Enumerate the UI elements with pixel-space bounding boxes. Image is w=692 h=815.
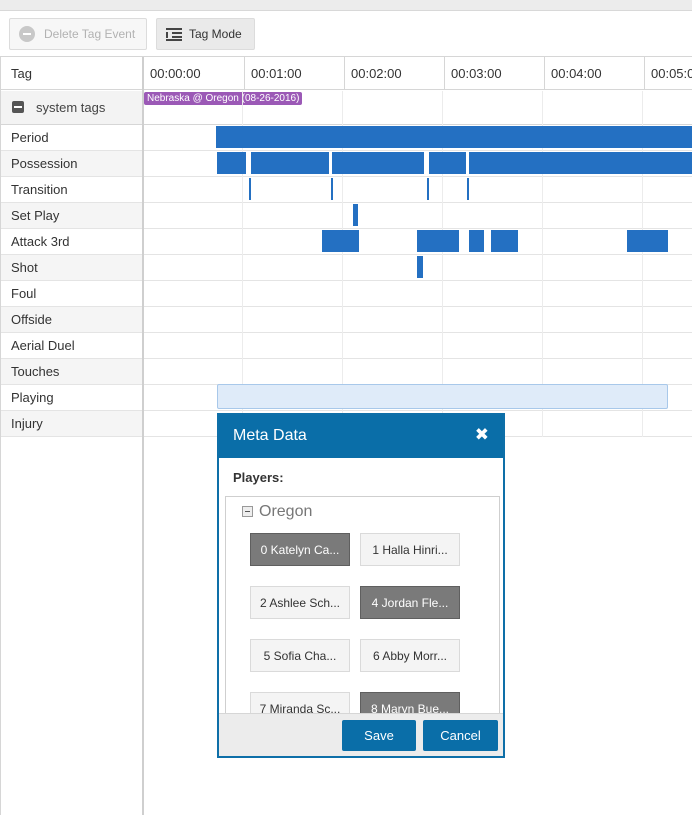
collapse-system-tags-icon[interactable] (12, 101, 24, 113)
tag-mode-label: Tag Mode (189, 27, 242, 41)
team-name: Oregon (259, 503, 313, 520)
time-tick (344, 57, 345, 90)
transition-event-bar[interactable] (427, 178, 429, 200)
system-tags-label: system tags (36, 100, 106, 115)
row-label: Foul (11, 286, 37, 301)
time-label: 00:04:00 (551, 66, 602, 81)
attack-3rd-event-bar[interactable] (322, 230, 359, 252)
system-tags-row: system tags Nebraska @ Oregon (08-26-201… (1, 91, 692, 125)
tag-mode-button[interactable]: Tag Mode (156, 18, 255, 50)
dialog-title: Meta Data (233, 427, 307, 444)
row-label: Injury (11, 416, 43, 431)
dialog-header: Meta Data ✖ (219, 415, 503, 458)
tag-row-aerial-duel: Aerial Duel (1, 333, 692, 359)
tag-column-header: Tag (11, 66, 32, 81)
time-label: 00:00:00 (150, 66, 201, 81)
player-button[interactable]: 4 Jordan Fle... (360, 586, 460, 619)
dialog-footer: Save Cancel (219, 713, 503, 756)
possession-event-bar[interactable] (469, 152, 692, 174)
timeline-header: Tag 00:00:00 00:01:00 00:02:00 00:03:00 … (1, 57, 692, 90)
tag-row-shot: Shot (1, 255, 692, 281)
tag-row-transition: Transition (1, 177, 692, 203)
time-label: 00:02:00 (351, 66, 402, 81)
player-button[interactable]: 8 Maryn Bue... (360, 692, 460, 713)
row-label: Attack 3rd (11, 234, 70, 249)
attack-3rd-event-bar[interactable] (491, 230, 518, 252)
time-label: 00:03:00 (451, 66, 502, 81)
transition-event-bar[interactable] (331, 178, 333, 200)
time-tick (244, 57, 245, 90)
attack-3rd-event-bar[interactable] (469, 230, 484, 252)
possession-event-bar[interactable] (332, 152, 424, 174)
meta-data-dialog: Meta Data ✖ Players: Oregon 0 Katelyn Ca… (217, 413, 505, 758)
row-label: Touches (11, 364, 60, 379)
team-players-panel[interactable]: Oregon 0 Katelyn Ca... 1 Halla Hinri... … (225, 496, 500, 714)
set-play-event-bar[interactable] (353, 204, 358, 226)
time-label: 00:01:00 (251, 66, 302, 81)
player-button[interactable]: 0 Katelyn Ca... (250, 533, 350, 566)
tag-mode-icon (166, 27, 182, 41)
possession-event-bar[interactable] (429, 152, 466, 174)
attack-3rd-event-bar[interactable] (627, 230, 668, 252)
game-event-pill[interactable]: Nebraska @ Oregon (08-26-2016) (144, 92, 303, 105)
delete-tag-event-button[interactable]: Delete Tag Event (9, 18, 147, 50)
row-label: Offside (11, 312, 52, 327)
tag-row-offside: Offside (1, 307, 692, 333)
shot-event-bar[interactable] (417, 256, 423, 278)
time-label: 00:05:00 (651, 66, 692, 81)
close-icon[interactable]: ✖ (475, 425, 489, 445)
period-event-bar[interactable] (216, 126, 692, 148)
tag-row-foul: Foul (1, 281, 692, 307)
collapse-team-icon[interactable] (242, 506, 253, 517)
row-label: Playing (11, 390, 54, 405)
player-button[interactable]: 6 Abby Morr... (360, 639, 460, 672)
attack-3rd-event-bar[interactable] (417, 230, 459, 252)
transition-event-bar[interactable] (249, 178, 251, 200)
row-label: Aerial Duel (11, 338, 75, 353)
possession-event-bar[interactable] (217, 152, 246, 174)
row-label: Shot (11, 260, 38, 275)
time-tick (644, 57, 645, 90)
time-tick (444, 57, 445, 90)
tag-row-touches: Touches (1, 359, 692, 385)
tag-row-set-play: Set Play (1, 203, 692, 229)
toolbar: Delete Tag Event Tag Mode (0, 12, 692, 57)
player-button[interactable]: 1 Halla Hinri... (360, 533, 460, 566)
possession-event-bar[interactable] (251, 152, 329, 174)
save-button[interactable]: Save (342, 720, 416, 751)
row-label: Period (11, 130, 49, 145)
row-label: Transition (11, 182, 68, 197)
player-button[interactable]: 5 Sofia Cha... (250, 639, 350, 672)
player-button[interactable]: 2 Ashlee Sch... (250, 586, 350, 619)
label-column-divider (142, 57, 144, 815)
players-label: Players: (233, 470, 284, 485)
row-label: Set Play (11, 208, 60, 223)
transition-event-bar[interactable] (467, 178, 469, 200)
top-strip (0, 0, 692, 11)
delete-tag-event-label: Delete Tag Event (44, 27, 136, 41)
playing-event-bar-selected[interactable] (217, 384, 668, 409)
row-label: Possession (11, 156, 78, 171)
cancel-button[interactable]: Cancel (423, 720, 498, 751)
time-tick (544, 57, 545, 90)
player-button[interactable]: 7 Miranda Sc... (250, 692, 350, 713)
minus-circle-icon (19, 26, 35, 42)
